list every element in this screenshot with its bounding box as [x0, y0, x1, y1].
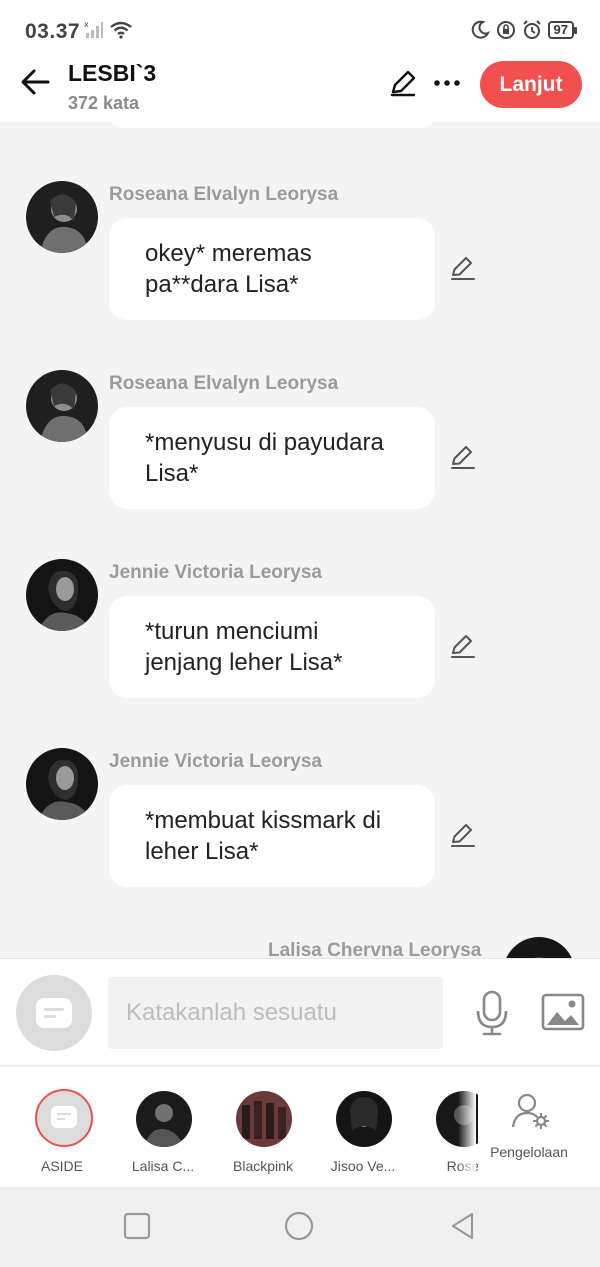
manage-characters-button[interactable]: Pengelolaan [478, 1067, 600, 1187]
back-arrow-icon[interactable] [18, 64, 54, 100]
sender-name: Roseana Elvalyn Leorysa [109, 184, 339, 205]
microphone-icon[interactable] [472, 989, 512, 1037]
avatar-roseana[interactable] [26, 181, 98, 253]
message-bubble[interactable]: *menyusu di payudara Lisa* [109, 407, 435, 509]
next-button[interactable]: Lanjut [480, 61, 582, 108]
character-blackpink[interactable]: Blackpink [218, 1067, 308, 1187]
message-bubble[interactable]: okey* meremas pa**dara Lisa* [109, 218, 435, 320]
chat-area[interactable]: Roseana Elvalyn Leorysa okey* meremas pa… [0, 122, 600, 958]
recent-apps-icon[interactable] [122, 1211, 152, 1241]
sender-name: Jennie Victoria Leorysa [109, 562, 322, 583]
status-time: 03.37 [25, 20, 81, 43]
home-icon[interactable] [284, 1211, 314, 1241]
previous-message-bubble [109, 122, 435, 128]
character-label: ASIDE [40, 1158, 83, 1174]
aside-toggle-button[interactable] [16, 975, 92, 1051]
alarm-icon [522, 20, 541, 39]
avatar [336, 1091, 392, 1147]
aside-avatar [35, 1089, 93, 1147]
sender-name: Roseana Elvalyn Leorysa [109, 373, 339, 394]
edit-message-icon[interactable] [448, 821, 476, 849]
battery-indicator: 97 [547, 21, 578, 39]
chat-bubble-icon [51, 1106, 77, 1128]
edit-pen-icon[interactable] [388, 68, 418, 98]
message-bubble[interactable]: *membuat kissmark di leher Lisa* [109, 785, 435, 887]
avatar-jennie[interactable] [26, 559, 98, 631]
sender-name: Jennie Victoria Leorysa [109, 751, 322, 772]
character-lalisa[interactable]: Lalisa C... [118, 1067, 208, 1187]
signal-icon: x [84, 20, 103, 38]
message-input[interactable] [108, 977, 443, 1049]
wifi-icon [110, 21, 132, 39]
message-composer [0, 958, 600, 1066]
sender-name: Lalisa Chervna Leorysa [268, 940, 482, 958]
edit-message-icon[interactable] [448, 254, 476, 282]
avatar-lalisa[interactable] [503, 937, 575, 958]
system-nav-bar [0, 1187, 600, 1267]
data-saver-icon [496, 21, 515, 39]
avatar [136, 1091, 192, 1147]
image-icon[interactable] [541, 992, 585, 1032]
edit-message-icon[interactable] [448, 632, 476, 660]
character-label: Lalisa C... [131, 1158, 195, 1174]
character-aside[interactable]: ASIDE [17, 1067, 107, 1187]
avatar [236, 1091, 292, 1147]
character-label: Jisoo Ve... [330, 1158, 396, 1174]
character-jisoo[interactable]: Jisoo Ve... [318, 1067, 408, 1187]
character-tray: ASIDE Lalisa C... Blackpink Jisoo Ve... … [0, 1067, 600, 1187]
story-title: LESBI`3 [68, 60, 157, 86]
back-triangle-icon[interactable] [448, 1211, 478, 1241]
word-count: 372 kata [68, 93, 140, 113]
svg-text:x: x [84, 20, 89, 29]
chat-bubble-icon [36, 998, 72, 1028]
avatar-jennie[interactable] [26, 748, 98, 820]
message-bubble[interactable]: *turun menciumi jenjang leher Lisa* [109, 596, 435, 698]
more-options-icon[interactable] [433, 70, 461, 96]
avatar-roseana[interactable] [26, 370, 98, 442]
manage-label: Pengelolaan [490, 1144, 568, 1160]
moon-icon [471, 20, 490, 39]
edit-message-icon[interactable] [448, 443, 476, 471]
app-header: LESBI`3 372 kata Lanjut [0, 60, 600, 122]
status-bar: 03.37 x 97 [0, 0, 600, 60]
user-settings-icon [511, 1093, 549, 1129]
character-label: Blackpink [233, 1158, 293, 1174]
